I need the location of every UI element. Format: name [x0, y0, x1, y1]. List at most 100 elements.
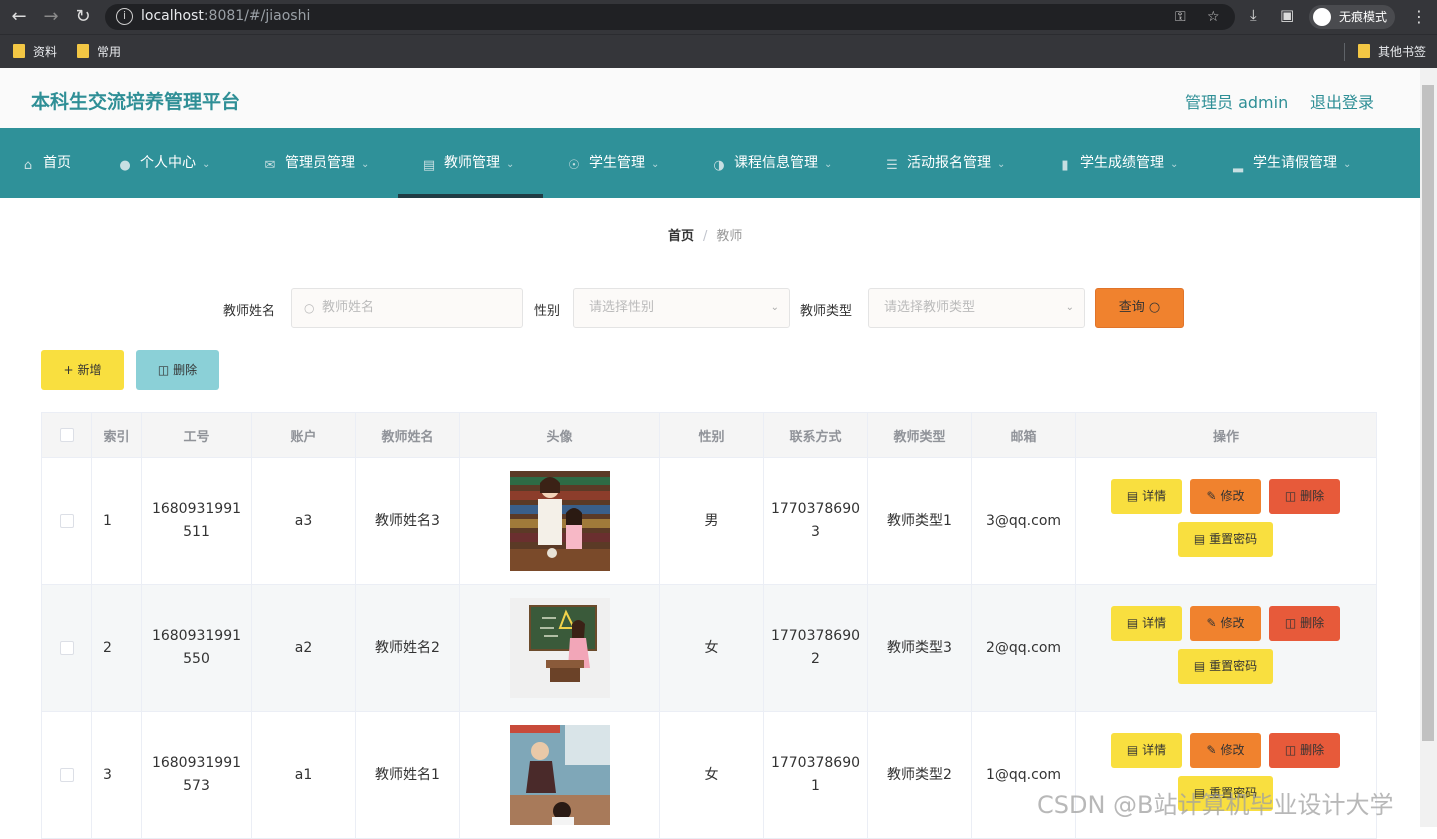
- reset-password-button[interactable]: ▤ 重置密码: [1178, 649, 1273, 684]
- cell-phone: 1770378690 3: [763, 457, 868, 585]
- col-account: 账户: [251, 412, 356, 458]
- bookmarks-bar: 资料 常用 其他书签: [0, 34, 1437, 68]
- trash-icon: ◫: [157, 363, 170, 377]
- cell-index: 2: [91, 584, 142, 712]
- cell-ops: ▤ 详情 ✎ 修改 ◫ 删除 ▤ 重置密码: [1075, 457, 1377, 585]
- bookmark-changyong[interactable]: 常用: [77, 43, 121, 60]
- detail-button[interactable]: ▤ 详情: [1111, 479, 1182, 514]
- col-email: 邮箱: [971, 412, 1076, 458]
- cell-phone: 1770378690 2: [763, 584, 868, 712]
- logout-link[interactable]: 退出登录: [1310, 89, 1374, 113]
- cell-email: 3@qq.com: [971, 457, 1076, 585]
- key-icon[interactable]: ⚿: [1175, 9, 1186, 25]
- cell-type: 教师类型2: [867, 711, 972, 839]
- main-menu: ⌂ 首页 ● 个人中心 ⌄ ✉ 管理员管理 ⌄ ▤ 教师管理 ⌄ ☉ 学生管理 ⌄ ◑ 课程信息管理…: [0, 128, 1420, 198]
- cell-avatar: [459, 584, 660, 712]
- col-avatar: 头像: [459, 412, 660, 458]
- folder-icon: [13, 44, 25, 58]
- table-row: 2 1680931991 550 a2 教师姓名2 女 1770378690 2…: [41, 584, 1377, 712]
- row-select-cell[interactable]: [41, 584, 92, 712]
- teacher-name-label: 教师姓名: [223, 304, 276, 319]
- reload-icon[interactable]: ↻: [72, 6, 94, 28]
- menu-item-grades[interactable]: ▮ 学生成绩管理 ⌄: [1058, 128, 1178, 198]
- forward-icon[interactable]: →: [40, 6, 62, 28]
- avatar[interactable]: [509, 725, 610, 825]
- col-name: 教师姓名: [355, 412, 460, 458]
- bookmark-other[interactable]: 其他书签: [1358, 43, 1426, 60]
- edit-button[interactable]: ✎ 修改: [1190, 479, 1261, 514]
- chevron-down-icon: ⌄: [202, 159, 211, 170]
- breadcrumb-separator: /: [703, 229, 708, 244]
- bulk-delete-button[interactable]: ◫ 删除: [136, 350, 219, 390]
- teacher-type-placeholder: 请选择教师类型: [884, 300, 976, 315]
- delete-button[interactable]: ◫ 删除: [1269, 606, 1340, 641]
- scrollbar-thumb[interactable]: [1422, 85, 1434, 741]
- microphone-icon: ◑: [713, 158, 725, 173]
- menu-item-admin[interactable]: ✉ 管理员管理 ⌄: [263, 128, 370, 198]
- chevron-down-icon: ⌄: [1065, 302, 1074, 313]
- delete-button[interactable]: ◫ 删除: [1269, 733, 1340, 768]
- site-info-icon[interactable]: i: [116, 8, 133, 25]
- query-button[interactable]: 查询 ○: [1095, 288, 1184, 328]
- row-select-cell[interactable]: [41, 711, 92, 839]
- home-icon: ⌂: [23, 158, 33, 173]
- cell-name: 教师姓名1: [355, 711, 460, 839]
- select-all-cell[interactable]: [41, 412, 92, 458]
- avatar[interactable]: [509, 598, 610, 698]
- teacher-type-label: 教师类型: [800, 304, 853, 319]
- cell-gender: 女: [659, 711, 764, 839]
- menu-item-student[interactable]: ☉ 学生管理 ⌄: [567, 128, 659, 198]
- sidepanel-icon[interactable]: ▣: [1280, 6, 1294, 24]
- add-button[interactable]: + 新增: [41, 350, 124, 390]
- incognito-badge[interactable]: 无痕模式: [1309, 5, 1395, 29]
- gender-select[interactable]: 请选择性别 ⌄: [573, 288, 790, 328]
- bookmark-ziliao[interactable]: 资料: [13, 43, 57, 60]
- menu-item-leave[interactable]: ▂ 学生请假管理 ⌄: [1231, 128, 1351, 198]
- breadcrumb-home[interactable]: 首页: [668, 229, 694, 244]
- row-checkbox[interactable]: [59, 640, 74, 655]
- address-bar[interactable]: i localhost:8081/#/jiaoshi ⚿ ☆: [105, 4, 1235, 30]
- chevron-down-icon: ⌄: [1343, 159, 1352, 170]
- row-checkbox[interactable]: [59, 767, 74, 782]
- delete-button[interactable]: ◫ 删除: [1269, 479, 1340, 514]
- app-header: 本科生交流培养管理平台 管理员 admin 退出登录: [0, 68, 1420, 128]
- cell-type: 教师类型3: [867, 584, 972, 712]
- menu-item-profile[interactable]: ● 个人中心 ⌄: [118, 128, 210, 198]
- reset-password-button[interactable]: ▤ 重置密码: [1178, 522, 1273, 557]
- breadcrumb-current: 教师: [716, 229, 743, 244]
- breadcrumb: 首页 / 教师: [668, 225, 742, 244]
- star-icon[interactable]: ☆: [1207, 9, 1220, 25]
- teacher-name-input[interactable]: ○ 教师姓名: [291, 288, 523, 328]
- table-header-row: 索引 工号 账户 教师姓名 头像 性别 联系方式 教师类型 邮箱 操作: [41, 412, 1377, 458]
- chevron-down-icon: ⌄: [770, 302, 779, 313]
- menu-item-activity[interactable]: ☰ 活动报名管理 ⌄: [885, 128, 1005, 198]
- more-menu-icon[interactable]: ⋮: [1411, 7, 1427, 26]
- menu-item-teacher[interactable]: ▤ 教师管理 ⌄: [422, 128, 515, 198]
- edit-button[interactable]: ✎ 修改: [1190, 606, 1261, 641]
- row-select-cell[interactable]: [41, 457, 92, 585]
- menu-item-course[interactable]: ◑ 课程信息管理 ⌄: [712, 128, 832, 198]
- gender-placeholder: 请选择性别: [589, 300, 655, 315]
- edit-button[interactable]: ✎ 修改: [1190, 733, 1261, 768]
- detail-button[interactable]: ▤ 详情: [1111, 606, 1182, 641]
- cell-avatar: [459, 711, 660, 839]
- avatar[interactable]: [509, 471, 610, 571]
- briefcase-icon: ▤: [422, 158, 436, 173]
- teacher-type-select[interactable]: 请选择教师类型 ⌄: [868, 288, 1085, 328]
- detail-button[interactable]: ▤ 详情: [1111, 733, 1182, 768]
- document-icon: ▤: [1126, 616, 1139, 630]
- row-checkbox[interactable]: [59, 513, 74, 528]
- chevron-down-icon: ⌄: [997, 159, 1006, 170]
- back-icon[interactable]: ←: [8, 6, 30, 28]
- download-icon[interactable]: ⤓: [1250, 6, 1257, 24]
- trash-icon: ◫: [1284, 743, 1297, 757]
- cell-index: 3: [91, 711, 142, 839]
- trash-icon: ◫: [1284, 489, 1297, 503]
- cell-email: 2@qq.com: [971, 584, 1076, 712]
- menu-item-home[interactable]: ⌂ 首页: [21, 128, 71, 198]
- app-title: 本科生交流培养管理平台: [31, 91, 241, 113]
- admin-label: 管理员 admin: [1185, 93, 1289, 112]
- select-all-checkbox[interactable]: [59, 428, 74, 442]
- bookmark-separator: [1344, 43, 1345, 61]
- col-phone: 联系方式: [763, 412, 868, 458]
